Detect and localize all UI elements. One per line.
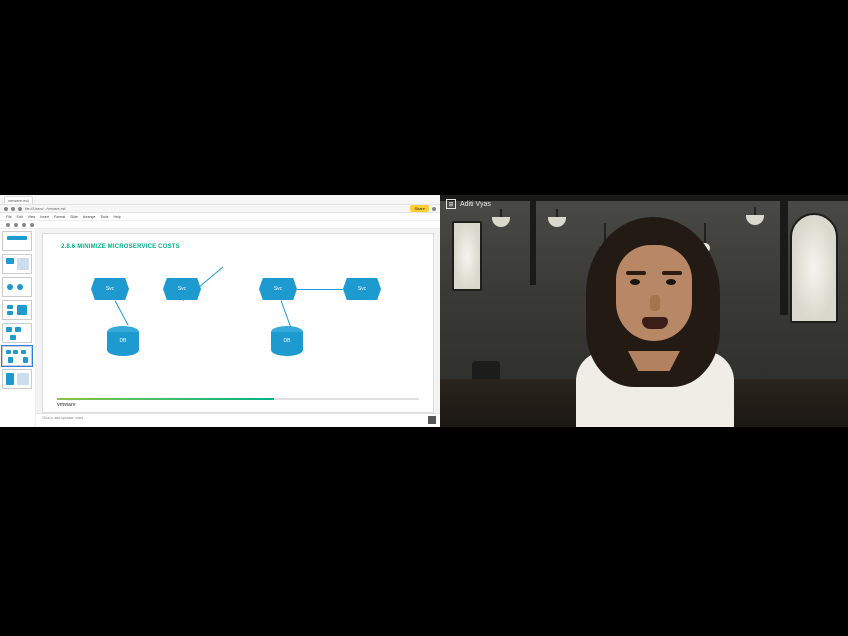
speaker-notes[interactable]: Click to add speaker notes [36,413,440,427]
hexagon-node: Svc [91,278,129,300]
browser-menu-icon[interactable] [432,207,436,211]
menu-help[interactable]: Help [113,215,120,219]
slide-thumb[interactable] [2,300,32,320]
nav-back-icon[interactable] [4,207,8,211]
redo-icon[interactable] [14,223,18,227]
slide-thumb[interactable] [2,369,32,389]
hexagon-node: Svc [259,278,297,300]
url-text[interactable]: file:///Users/.../vmware.md [25,207,65,211]
menu-arrange[interactable]: Arrange [83,215,95,219]
tab-title: vmware.md [8,198,29,203]
slides-menu-bar: File Edit View Insert Format Slide Arran… [0,213,440,221]
browser-url-bar: file:///Users/.../vmware.md Share [0,205,440,213]
participant-name-overlay: ⊞ Aditi Vyas [446,199,491,209]
slide-thumb[interactable] [2,277,32,297]
browser-tab[interactable]: vmware.md [4,196,33,204]
menu-tools[interactable]: Tools [100,215,108,219]
menu-edit[interactable]: Edit [17,215,23,219]
slides-workspace: 2.8.6 MINIMIZE MICROSERVICE COSTS Svc Sv… [0,229,440,427]
diagram-edge [115,300,129,325]
webcam-pane: ⊞ Aditi Vyas [440,195,848,427]
zoom-icon[interactable] [30,223,34,227]
share-button[interactable]: Share [410,205,429,212]
presenter-video [558,217,748,427]
print-icon[interactable] [22,223,26,227]
menu-file[interactable]: File [6,215,12,219]
slide-thumb[interactable] [2,254,32,274]
slides-toolbar [0,221,440,229]
undo-icon[interactable] [6,223,10,227]
database-node: DB [107,326,139,356]
platform-logo-icon: ⊞ [446,199,456,209]
conference-stage: vmware.md file:///Users/.../vmware.md Sh… [0,195,848,427]
menu-view[interactable]: View [28,215,36,219]
slide-title: 2.8.6 MINIMIZE MICROSERVICE COSTS [61,244,180,250]
menu-insert[interactable]: Insert [40,215,49,219]
diagram-edge [297,289,343,290]
slide-canvas-area: 2.8.6 MINIMIZE MICROSERVICE COSTS Svc Sv… [36,229,440,427]
brand-label: vmware [57,402,76,408]
nav-fwd-icon[interactable] [11,207,15,211]
slide-canvas[interactable]: 2.8.6 MINIMIZE MICROSERVICE COSTS Svc Sv… [42,233,434,413]
browser-tab-bar: vmware.md [0,195,440,205]
expand-icon[interactable] [428,416,436,424]
slide-thumb-current[interactable] [2,346,32,366]
menu-slide[interactable]: Slide [70,215,78,219]
slide-thumbnails[interactable] [0,229,36,427]
menu-format[interactable]: Format [54,215,65,219]
slide-thumb[interactable] [2,231,32,251]
diagram-edge [281,300,292,327]
slide-progress-bar [57,398,419,400]
participant-name: Aditi Vyas [460,201,491,208]
notes-placeholder: Click to add speaker notes [42,416,83,420]
hexagon-node: Svc [343,278,381,300]
database-node: DB [271,326,303,356]
slide-thumb[interactable] [2,323,32,343]
shared-screen-pane: vmware.md file:///Users/.../vmware.md Sh… [0,195,440,427]
reload-icon[interactable] [18,207,22,211]
